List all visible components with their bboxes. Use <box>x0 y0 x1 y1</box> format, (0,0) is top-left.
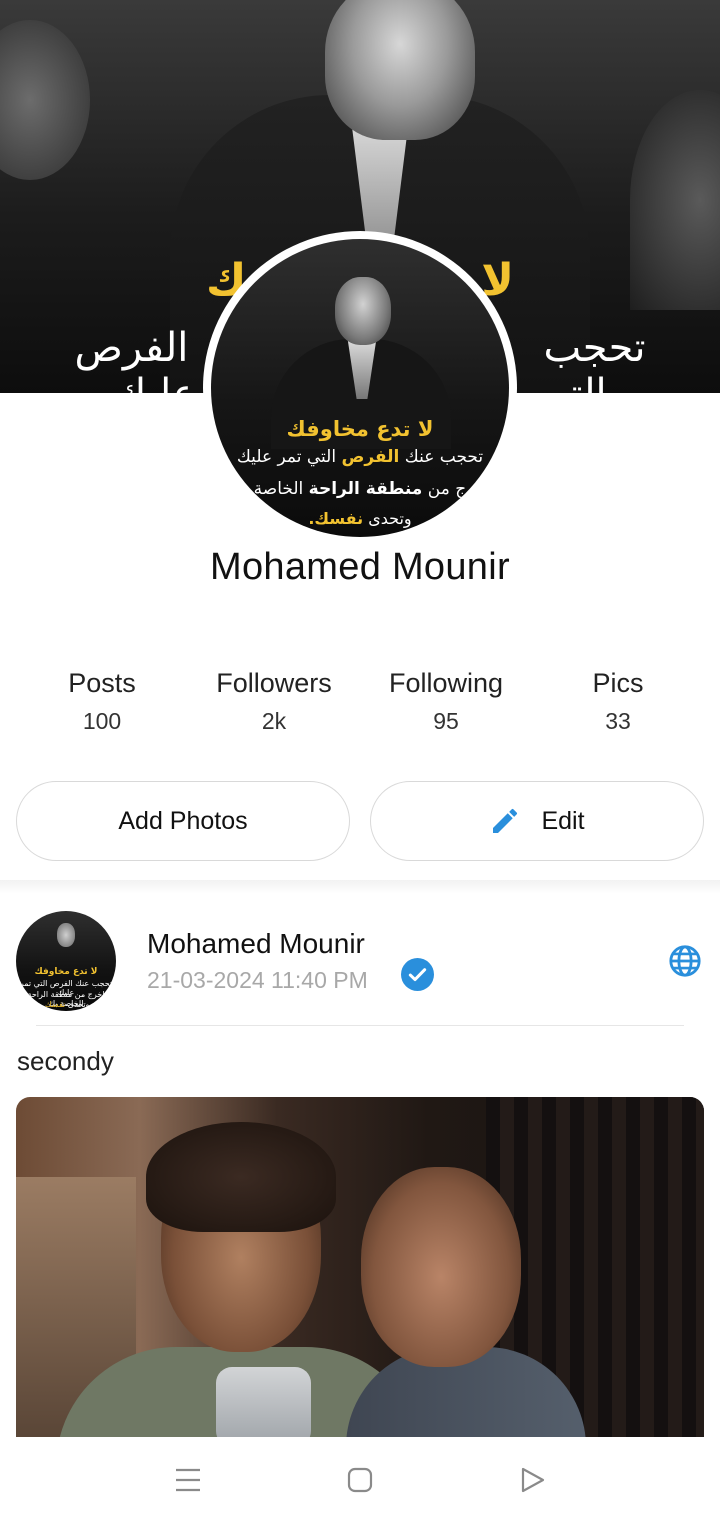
menu-icon <box>176 1468 200 1492</box>
add-photos-label: Add Photos <box>118 806 248 835</box>
avatar-figure-head <box>335 277 391 345</box>
stat-label: Following <box>388 668 504 698</box>
edit-profile-button[interactable]: Edit <box>370 781 704 861</box>
stat-label: Pics <box>592 668 644 698</box>
profile-name: Mohamed Mounir <box>210 546 510 588</box>
avatar-quote-line4: وتحدى نفسك. <box>308 509 412 528</box>
recent-apps-button[interactable] <box>168 1463 208 1497</box>
post-timestamp: 21-03-2024 11:40 PM <box>147 967 368 993</box>
avatar-quote-line2: تحجب عنك الفرص التي تمر عليك <box>236 447 484 467</box>
verified-badge-icon <box>401 958 434 991</box>
avatar-quote-line3: اخرج من منطقة الراحة الخاصة بك <box>229 479 491 499</box>
globe-icon[interactable] <box>668 944 702 978</box>
cover-figure-head <box>325 0 475 140</box>
system-navigation-bar <box>0 1437 720 1521</box>
stat-value: 100 <box>82 708 122 734</box>
post-image[interactable] <box>16 1097 704 1437</box>
photo-person-left-hair <box>146 1122 336 1232</box>
stat-value: 2k <box>261 708 287 734</box>
avatar-quote-line1: لا تدع مخاوفك <box>286 417 434 441</box>
cover-background-person <box>0 20 90 180</box>
stat-following[interactable]: Following 95 <box>360 668 532 735</box>
post-avatar-quote-line4: وتحدى نفسك. <box>42 1000 90 1009</box>
post-author-name[interactable]: Mohamed Mounir <box>147 928 365 960</box>
edit-label: Edit <box>541 806 585 835</box>
stat-value: 33 <box>605 708 631 734</box>
profile-stats: Posts 100 Followers 2k Following 95 Pics… <box>16 668 704 735</box>
profile-avatar[interactable]: لا تدع مخاوفك تحجب عنك الفرص التي تمر عل… <box>203 231 517 545</box>
post-avatar-figure <box>57 923 75 947</box>
back-triangle-icon <box>521 1467 545 1493</box>
stat-posts[interactable]: Posts 100 <box>16 668 188 735</box>
post-avatar-quote-line1: لا تدع مخاوفك <box>34 967 98 977</box>
stat-followers[interactable]: Followers 2k <box>188 668 360 735</box>
post-header-divider <box>36 1025 684 1026</box>
post-author-avatar[interactable]: لا تدع مخاوفك تحجب عنك الفرص التي تمر عل… <box>16 911 116 1011</box>
home-button[interactable] <box>340 1463 380 1497</box>
stat-label: Posts <box>68 668 136 698</box>
profile-avatar-image: لا تدع مخاوفك تحجب عنك الفرص التي تمر عل… <box>211 239 509 537</box>
back-button[interactable] <box>512 1463 552 1497</box>
pencil-icon <box>493 808 518 833</box>
home-square-icon <box>347 1467 373 1493</box>
add-photos-button[interactable]: Add Photos <box>16 781 350 861</box>
photo-phone <box>216 1367 311 1437</box>
post-caption: secondy <box>17 1046 114 1076</box>
stat-value: 95 <box>433 708 459 734</box>
stat-pics[interactable]: Pics 33 <box>532 668 704 735</box>
photo-person-right-face <box>361 1167 521 1367</box>
stat-label: Followers <box>216 668 332 698</box>
post-separator <box>0 880 720 894</box>
